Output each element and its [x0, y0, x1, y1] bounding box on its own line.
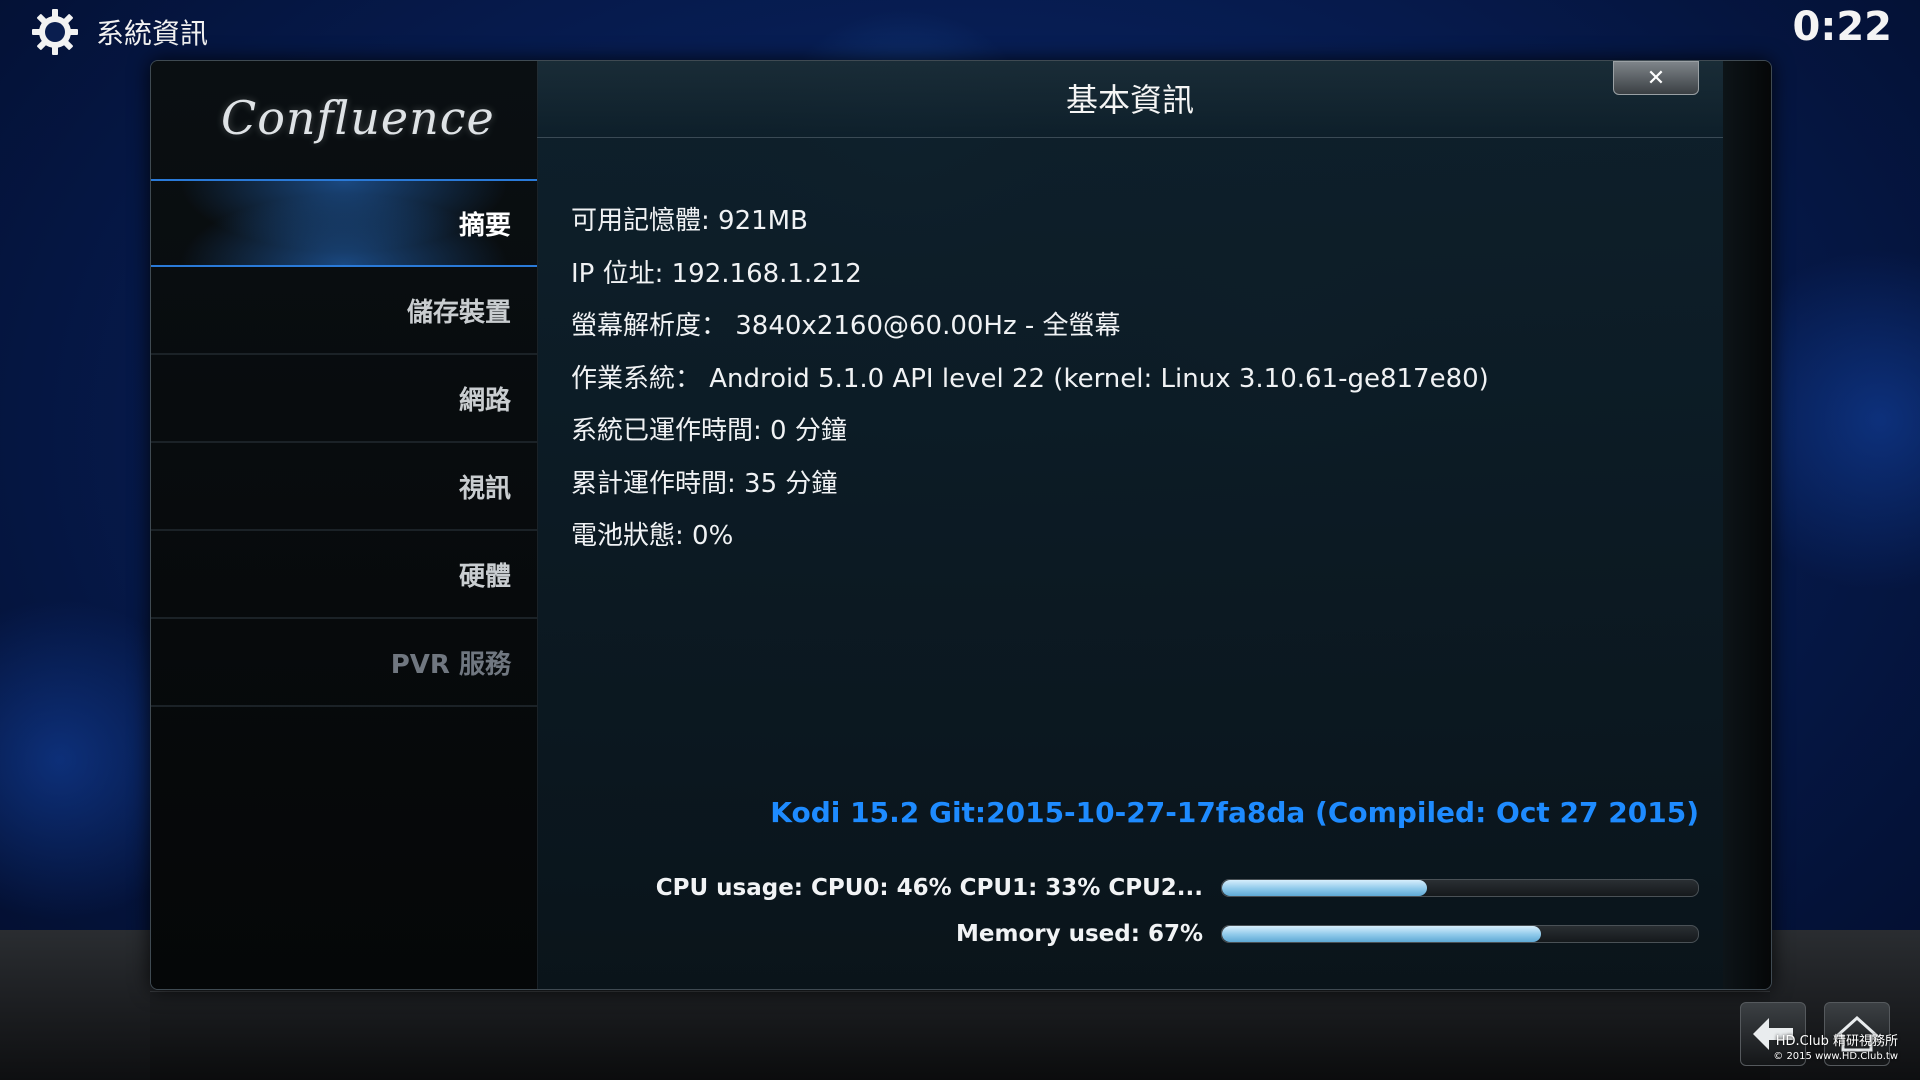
clock: 0:22	[1792, 4, 1893, 50]
info-battery: 電池狀態: 0%	[571, 521, 734, 551]
watermark-line-1: HD.Club 精研視務所	[1775, 1034, 1898, 1049]
memory-usage-label: Memory used: 67%	[956, 921, 1203, 947]
cpu-usage-label: CPU usage: CPU0: 46% CPU1: 33% CPU2...	[655, 875, 1203, 901]
watermark-line-2: © 2015 www.HD.Club.tw	[1773, 1051, 1898, 1062]
gear-icon	[32, 9, 78, 55]
bottom-strip	[150, 991, 1770, 1080]
sidebar-item-pvr[interactable]: PVR 服務	[151, 619, 537, 707]
version-label: Kodi 15.2 Git:2015-10-27-17fa8da (Compil…	[770, 796, 1699, 829]
dialog-header: 基本資訊	[537, 61, 1723, 138]
info-total-uptime: 累計運作時間: 35 分鐘	[571, 468, 838, 499]
info-screen-resolution: 螢幕解析度： 3840x2160@60.00Hz - 全螢幕	[571, 311, 1121, 341]
info-free-memory: 可用記憶體: 921MB	[571, 206, 808, 236]
info-ip-address: IP 位址: 192.168.1.212	[571, 258, 862, 289]
memory-usage-row: Memory used: 67%	[956, 919, 1699, 949]
window-header: 系統資訊	[30, 8, 208, 56]
page-title: 系統資訊	[96, 17, 209, 50]
sidebar: Confluence 摘要 儲存裝置 網路 視訊 硬體 PVR 服務	[151, 61, 538, 989]
watermark: HD.Club 精研視務所 © 2015 www.HD.Club.tw	[1773, 1034, 1898, 1064]
cpu-usage-bar	[1221, 879, 1699, 897]
close-icon: ✕	[1646, 65, 1666, 91]
close-button[interactable]: ✕	[1613, 61, 1699, 95]
confluence-logo: Confluence	[221, 91, 495, 145]
sidebar-item-video[interactable]: 視訊	[151, 443, 537, 531]
dialog-title: 基本資訊	[1065, 81, 1194, 119]
memory-usage-bar-fill	[1222, 926, 1541, 942]
sidebar-item-network[interactable]: 網路	[151, 355, 537, 443]
memory-usage-bar	[1221, 925, 1699, 943]
dialog-right-edge	[1723, 61, 1771, 989]
info-list: 可用記憶體: 921MB IP 位址: 192.168.1.212 螢幕解析度：…	[571, 195, 1701, 563]
sidebar-item-hardware[interactable]: 硬體	[151, 531, 537, 619]
cpu-usage-bar-fill	[1222, 880, 1427, 896]
info-operating-system: 作業系統： Android 5.1.0 API level 22 (kernel…	[571, 363, 1489, 394]
sidebar-menu: 摘要 儲存裝置 網路 視訊 硬體 PVR 服務	[151, 179, 537, 707]
sidebar-item-summary[interactable]: 摘要	[151, 179, 537, 267]
sidebar-item-storage[interactable]: 儲存裝置	[151, 267, 537, 355]
system-info-dialog: Confluence 摘要 儲存裝置 網路 視訊 硬體 PVR 服務 基本資訊 …	[150, 60, 1772, 990]
cpu-usage-row: CPU usage: CPU0: 46% CPU1: 33% CPU2...	[656, 873, 1699, 903]
info-system-uptime: 系統已運作時間: 0 分鐘	[571, 416, 847, 446]
